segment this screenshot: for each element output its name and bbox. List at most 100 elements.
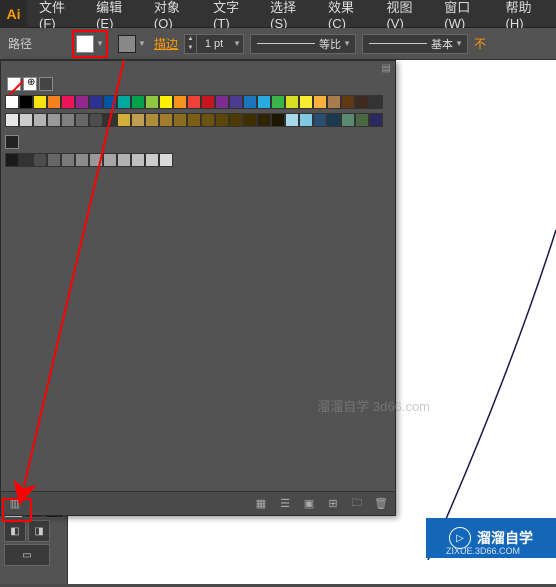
draw-mode-icon[interactable]: ◨ bbox=[28, 520, 50, 542]
color-swatch[interactable] bbox=[75, 113, 89, 127]
none-swatch[interactable] bbox=[7, 77, 21, 91]
folder-icon[interactable]: 🗀 bbox=[349, 496, 365, 512]
color-swatch[interactable] bbox=[5, 153, 19, 167]
color-swatch[interactable] bbox=[89, 113, 103, 127]
show-swatch-kinds-icon[interactable]: ▦ bbox=[253, 496, 269, 512]
color-swatch[interactable] bbox=[355, 113, 369, 127]
color-swatch[interactable] bbox=[5, 113, 19, 127]
color-swatch[interactable] bbox=[173, 113, 187, 127]
color-swatch[interactable] bbox=[103, 95, 117, 109]
chevron-down-icon[interactable]: ▼ bbox=[453, 35, 465, 53]
color-swatch[interactable] bbox=[229, 95, 243, 109]
color-swatch[interactable] bbox=[19, 95, 33, 109]
color-swatch[interactable] bbox=[131, 113, 145, 127]
chevron-down-icon[interactable]: ▼ bbox=[231, 35, 243, 53]
color-swatch[interactable] bbox=[117, 153, 131, 167]
chevron-down-icon[interactable]: ▼ bbox=[94, 35, 106, 53]
color-swatch[interactable] bbox=[201, 95, 215, 109]
color-swatch[interactable] bbox=[215, 113, 229, 127]
color-swatch[interactable] bbox=[271, 95, 285, 109]
color-swatch[interactable] bbox=[47, 113, 61, 127]
variable-width-profile[interactable]: 等比 ▼ bbox=[250, 34, 356, 54]
color-swatch[interactable] bbox=[285, 113, 299, 127]
stepper-down-icon[interactable]: ▼ bbox=[185, 44, 197, 53]
color-swatch[interactable] bbox=[145, 113, 159, 127]
color-swatch[interactable] bbox=[369, 113, 383, 127]
color-swatch[interactable] bbox=[243, 113, 257, 127]
registration-swatch[interactable]: ⊕ bbox=[23, 77, 37, 91]
app-logo: Ai bbox=[0, 0, 27, 28]
new-swatch-icon[interactable]: ⊞ bbox=[325, 496, 341, 512]
color-swatch[interactable] bbox=[47, 95, 61, 109]
color-swatch[interactable] bbox=[257, 113, 271, 127]
color-swatch[interactable] bbox=[131, 95, 145, 109]
chevron-down-icon[interactable]: ▼ bbox=[136, 35, 148, 53]
color-swatch[interactable] bbox=[229, 113, 243, 127]
color-swatch[interactable] bbox=[313, 95, 327, 109]
color-swatch[interactable] bbox=[61, 153, 75, 167]
color-swatch[interactable] bbox=[159, 153, 173, 167]
swatch-options-icon[interactable]: ☰ bbox=[277, 496, 293, 512]
color-swatch[interactable] bbox=[173, 95, 187, 109]
color-swatch[interactable] bbox=[299, 113, 313, 127]
color-swatch[interactable] bbox=[341, 113, 355, 127]
color-swatch[interactable] bbox=[47, 153, 61, 167]
swatches-panel: ▤ ⊕ ▥ ▦ ☰ ▣ ⊞ 🗀 🗑 bbox=[0, 60, 396, 516]
color-swatch[interactable] bbox=[5, 95, 19, 109]
color-swatch[interactable] bbox=[341, 95, 355, 109]
color-swatch[interactable] bbox=[187, 95, 201, 109]
color-swatch[interactable] bbox=[215, 95, 229, 109]
trash-icon[interactable]: 🗑 bbox=[373, 496, 389, 512]
group-swatch[interactable] bbox=[39, 77, 53, 91]
color-swatch[interactable] bbox=[299, 95, 313, 109]
color-swatch[interactable] bbox=[271, 113, 285, 127]
stroke-weight-input[interactable] bbox=[197, 38, 231, 50]
color-swatch[interactable] bbox=[117, 113, 131, 127]
color-swatch[interactable] bbox=[19, 113, 33, 127]
color-swatch[interactable] bbox=[61, 95, 75, 109]
watermark-text: 溜溜自学 3d66.com bbox=[317, 396, 430, 415]
color-swatch[interactable] bbox=[145, 153, 159, 167]
panel-menu-icon[interactable]: ▤ bbox=[382, 63, 391, 74]
new-color-group-icon[interactable]: ▣ bbox=[301, 496, 317, 512]
color-swatch[interactable] bbox=[257, 95, 271, 109]
color-swatch[interactable] bbox=[75, 153, 89, 167]
color-swatch[interactable] bbox=[75, 95, 89, 109]
chevron-down-icon[interactable]: ▼ bbox=[341, 35, 353, 53]
color-swatch[interactable] bbox=[33, 95, 47, 109]
fill-color-control[interactable]: ▼ bbox=[72, 30, 108, 58]
color-swatch[interactable] bbox=[117, 95, 131, 109]
stroke-weight-label[interactable]: 描边 bbox=[154, 35, 178, 52]
color-swatch[interactable] bbox=[19, 153, 33, 167]
color-swatch[interactable] bbox=[159, 113, 173, 127]
stroke-swatch[interactable] bbox=[118, 35, 136, 53]
gray-group-icon[interactable] bbox=[5, 135, 19, 149]
color-swatch[interactable] bbox=[61, 113, 75, 127]
color-swatch[interactable] bbox=[201, 113, 215, 127]
screen-mode-toggle[interactable]: ▭ bbox=[4, 544, 50, 566]
color-swatch[interactable] bbox=[187, 113, 201, 127]
color-swatch[interactable] bbox=[369, 95, 383, 109]
gray-ramp bbox=[1, 151, 395, 169]
screen-mode-icon[interactable]: ◧ bbox=[4, 520, 26, 542]
color-swatch[interactable] bbox=[33, 153, 47, 167]
color-swatch[interactable] bbox=[327, 95, 341, 109]
fill-swatch[interactable] bbox=[76, 35, 94, 53]
color-swatch[interactable] bbox=[89, 153, 103, 167]
color-swatch[interactable] bbox=[89, 95, 103, 109]
color-swatch[interactable] bbox=[145, 95, 159, 109]
stroke-color-control[interactable]: ▼ bbox=[116, 35, 148, 53]
color-swatch[interactable] bbox=[103, 113, 117, 127]
color-swatch[interactable] bbox=[33, 113, 47, 127]
stepper-up-icon[interactable]: ▲ bbox=[185, 35, 197, 44]
color-swatch[interactable] bbox=[131, 153, 145, 167]
brush-definition[interactable]: 基本 ▼ bbox=[362, 34, 468, 54]
color-swatch[interactable] bbox=[285, 95, 299, 109]
color-swatch[interactable] bbox=[313, 113, 327, 127]
color-swatch[interactable] bbox=[355, 95, 369, 109]
stroke-weight-stepper[interactable]: ▲ ▼ ▼ bbox=[184, 34, 244, 54]
color-swatch[interactable] bbox=[103, 153, 117, 167]
color-swatch[interactable] bbox=[159, 95, 173, 109]
color-swatch[interactable] bbox=[243, 95, 257, 109]
color-swatch[interactable] bbox=[327, 113, 341, 127]
